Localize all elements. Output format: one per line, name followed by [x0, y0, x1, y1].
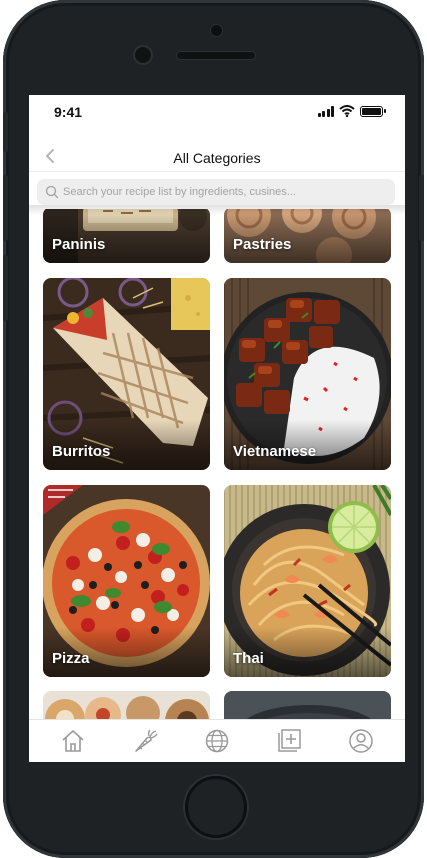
home-button[interactable] [185, 776, 247, 838]
category-card-paninis[interactable]: Paninis [43, 207, 210, 263]
app-screen: Paninis Pastries Burritos Vietnamese Piz… [29, 95, 405, 762]
front-camera [135, 47, 151, 63]
tab-add-recipe[interactable] [269, 724, 309, 758]
battery-icon [360, 105, 386, 117]
status-bar: 9:41 [29, 95, 405, 131]
home-icon [62, 730, 84, 752]
cellular-signal-icon [317, 105, 334, 117]
add-recipe-icon [278, 729, 301, 752]
category-card-vietnamese[interactable]: Vietnamese [224, 278, 391, 470]
category-label: Pastries [233, 236, 292, 253]
profile-icon [349, 729, 373, 753]
earpiece-speaker [177, 52, 255, 59]
category-card-pastries[interactable]: Pastries [224, 207, 391, 263]
header-divider [29, 171, 405, 172]
proximity-sensor [211, 25, 222, 36]
status-time: 9:41 [54, 104, 83, 120]
category-label: Paninis [52, 236, 106, 253]
search-icon [45, 185, 59, 199]
mute-switch [3, 112, 8, 152]
category-card-pizza[interactable]: Pizza [43, 485, 210, 677]
search-input[interactable] [63, 186, 383, 198]
volume-up-button [3, 175, 8, 241]
volume-down-button [3, 255, 8, 321]
category-label: Burritos [52, 443, 111, 460]
category-card-thai[interactable]: Thai [224, 485, 391, 677]
tab-bar [29, 719, 405, 762]
tab-ingredients[interactable] [125, 724, 165, 758]
tab-cuisines[interactable] [197, 724, 237, 758]
category-label: Thai [233, 650, 264, 667]
wifi-icon [339, 105, 355, 117]
category-card-burritos[interactable]: Burritos [43, 278, 210, 470]
globe-icon [205, 729, 229, 753]
navigation-bar: All Categories [29, 141, 405, 171]
header-shadow [29, 205, 405, 215]
category-label: Vietnamese [233, 443, 317, 460]
tab-profile[interactable] [341, 724, 381, 758]
power-button [419, 175, 424, 241]
carrot-icon [135, 729, 158, 752]
status-icons [317, 105, 386, 117]
search-bar[interactable] [37, 179, 395, 205]
tab-home[interactable] [53, 724, 93, 758]
page-title: All Categories [173, 150, 261, 166]
phone-frame: Paninis Pastries Burritos Vietnamese Piz… [3, 0, 424, 858]
category-label: Pizza [52, 650, 90, 667]
